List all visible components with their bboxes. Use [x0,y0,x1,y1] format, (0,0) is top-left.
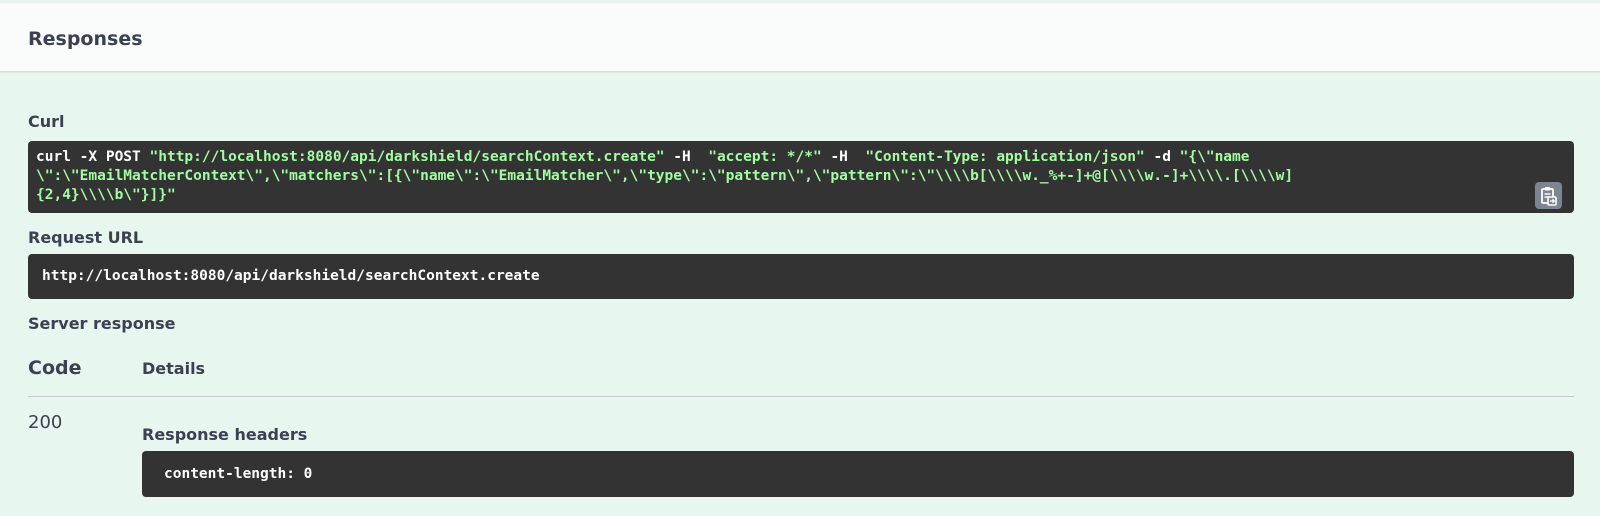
response-table-code-header: Code [28,357,82,379]
request-url-value: http://localhost:8080/api/darkshield/sea… [42,268,540,284]
responses-title: Responses [28,28,143,50]
curl-line-1: curl -X POST "http://localhost:8080/api/… [36,148,1494,167]
curl-line-3: {2,4}\\\\b\"}]}" [36,187,176,203]
request-url-label: Request URL [28,228,144,247]
responses-header: Responses [0,3,1600,71]
curl-command-block: curl -X POST "http://localhost:8080/api/… [28,141,1574,213]
response-headers-block: content-length: 0 [142,451,1574,497]
clipboard-copy-icon [1541,187,1557,206]
curl-body-string: "{\"name [1179,149,1250,165]
response-headers-label: Response headers [142,425,308,444]
request-url-block: http://localhost:8080/api/darkshield/sea… [28,254,1574,299]
curl-line-2: \":\"EmailMatcherContext\",\"matchers\":… [36,168,1294,184]
copy-to-clipboard-button[interactable] [1535,182,1562,209]
curl-header-flag: -H [821,149,866,165]
response-table-details-header: Details [142,359,206,378]
curl-label: Curl [28,112,65,131]
curl-command-text: curl -X POST [36,149,150,165]
response-headers-value: content-length: 0 [164,466,313,482]
response-table-divider [28,396,1574,397]
curl-accept-string: "accept: */*" [708,149,822,165]
server-response-label: Server response [28,314,176,333]
curl-url-string: "http://localhost:8080/api/darkshield/se… [149,149,665,165]
response-status-code: 200 [28,412,63,433]
curl-data-flag: -d [1144,149,1180,165]
curl-header-flag: -H [664,149,709,165]
curl-content-type-string: "Content-Type: application/json" [865,149,1145,165]
